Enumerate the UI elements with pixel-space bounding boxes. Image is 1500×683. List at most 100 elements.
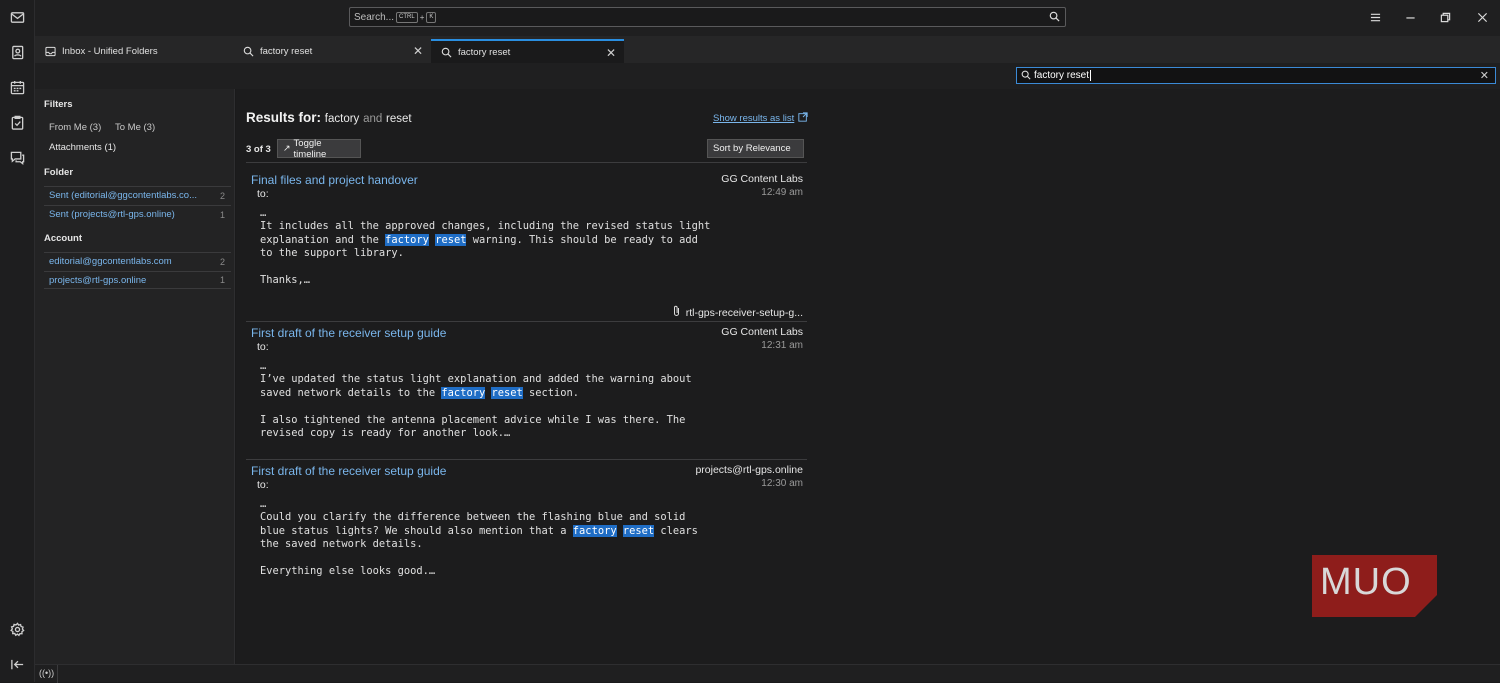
sort-label: Sort by Relevance: [713, 143, 791, 154]
tab-search-factory-reset[interactable]: factory reset ✕: [233, 39, 431, 63]
message-subject[interactable]: First draft of the receiver setup guide: [251, 464, 446, 478]
folder-count: 1: [219, 209, 225, 220]
folder-row[interactable]: Sent (editorial@ggcontentlabs.co... 2: [44, 186, 231, 204]
message-sender: projects@rtl-gps.online: [695, 464, 803, 476]
folder-count: 2: [219, 190, 225, 201]
quick-filter-bar: factory reset ✕: [35, 63, 1500, 89]
status-divider: [57, 665, 58, 683]
paperclip-icon: [672, 305, 681, 320]
address-book-icon[interactable]: [7, 42, 28, 63]
search-results-pane: Results for: factory and reset Show resu…: [236, 89, 1500, 664]
snippet-ellipsis: …: [260, 498, 267, 510]
attachment-item[interactable]: rtl-gps-receiver-setup-g...: [672, 305, 803, 320]
message-sender: GG Content Labs: [721, 173, 803, 185]
account-count: 2: [219, 256, 225, 267]
sort-by-relevance-button[interactable]: Sort by Relevance: [707, 139, 804, 158]
tab-inbox-unified-folders[interactable]: Inbox - Unified Folders: [35, 39, 233, 63]
minimize-icon[interactable]: [1402, 9, 1418, 25]
tasks-icon[interactable]: [7, 112, 28, 133]
filter-from-me[interactable]: From Me (3): [49, 122, 101, 133]
global-search-input[interactable]: Search... CTRL + K: [349, 7, 1066, 27]
folder-row[interactable]: Sent (projects@rtl-gps.online) 1: [44, 205, 231, 223]
result-message[interactable]: Final files and project handover GG Cont…: [246, 173, 807, 321]
highlight-term: reset: [435, 233, 467, 246]
snippet-line: to the support library.: [260, 247, 404, 260]
timeline-icon: ↗: [283, 143, 291, 153]
message-snippet: … It includes all the approved changes, …: [260, 207, 710, 287]
account-heading: Account: [44, 233, 82, 244]
message-sender: GG Content Labs: [721, 326, 803, 338]
snippet-line: blue status lights? We should also menti…: [260, 524, 573, 537]
message-recipient: to:: [257, 341, 269, 353]
filter-attachments[interactable]: Attachments (1): [49, 142, 116, 153]
tab-label: factory reset: [458, 46, 511, 58]
search-icon[interactable]: [1049, 11, 1060, 25]
account-label: projects@rtl-gps.online: [49, 274, 147, 286]
search-icon: [1021, 70, 1031, 83]
clear-search-icon[interactable]: ✕: [1480, 69, 1489, 82]
message-snippet: … I’ve updated the status light explanat…: [260, 360, 692, 440]
snippet-ellipsis: …: [260, 360, 267, 372]
divider: [246, 162, 807, 163]
snippet-line: Everything else looks good.…: [260, 565, 436, 578]
highlight-term: factory: [572, 524, 617, 537]
mail-icon[interactable]: [7, 7, 28, 28]
show-results-as-list-link[interactable]: Show results as list: [713, 112, 808, 125]
tab-search-factory-reset-active[interactable]: factory reset ✕: [431, 39, 624, 63]
message-snippet: … Could you clarify the difference betwe…: [260, 498, 698, 578]
search-term-and: and: [363, 113, 383, 125]
settings-gear-icon[interactable]: [7, 619, 28, 640]
snippet-line: Could you clarify the difference between…: [260, 511, 686, 524]
text-cursor: [1090, 70, 1092, 81]
close-tab-icon[interactable]: ✕: [606, 46, 616, 60]
snippet-line: It includes all the approved changes, in…: [260, 220, 711, 233]
tab-bar: Inbox - Unified Folders factory reset ✕ …: [35, 36, 1500, 63]
snippet-line: the saved network details.: [260, 538, 423, 551]
message-recipient: to:: [257, 479, 269, 491]
account-row[interactable]: editorial@ggcontentlabs.com 2: [44, 252, 231, 270]
result-message[interactable]: First draft of the receiver setup guide …: [246, 464, 807, 594]
shortcut-key-k: K: [426, 11, 437, 23]
calendar-icon[interactable]: [7, 77, 28, 98]
shortcut-plus: +: [419, 12, 425, 22]
message-date: 12:49 am: [761, 187, 803, 198]
quick-search-value: factory reset: [1034, 70, 1090, 81]
attachment-name: rtl-gps-receiver-setup-g...: [685, 306, 803, 319]
highlight-term: reset: [622, 524, 655, 537]
app-menu-icon[interactable]: [1367, 9, 1383, 25]
snippet-line: saved network details to the: [260, 386, 442, 399]
message-subject[interactable]: Final files and project handover: [251, 173, 418, 187]
title-bar: Search... CTRL + K: [35, 0, 1500, 36]
close-window-icon[interactable]: [1474, 9, 1490, 25]
restore-icon[interactable]: [1437, 9, 1453, 25]
result-message[interactable]: First draft of the receiver setup guide …: [246, 326, 807, 458]
logo-corner: [1415, 595, 1437, 617]
quick-search-input[interactable]: factory reset ✕: [1016, 67, 1496, 84]
message-date: 12:31 am: [761, 340, 803, 351]
snippet-line: explanation and the: [260, 233, 386, 246]
snippet-line: clears: [654, 524, 698, 537]
online-status-icon[interactable]: ((•)): [39, 668, 54, 678]
results-count: 3 of 3: [246, 144, 271, 155]
search-icon: [441, 47, 452, 58]
status-bar: ((•)): [35, 664, 1500, 683]
snippet-ellipsis: …: [260, 207, 267, 219]
message-subject[interactable]: First draft of the receiver setup guide: [251, 326, 446, 340]
toggle-timeline-label: Toggle timeline: [293, 137, 327, 160]
highlight-term: reset: [491, 386, 523, 399]
toggle-timeline-button[interactable]: ↗ Toggle timeline: [277, 137, 361, 160]
highlight-term: factory: [385, 233, 429, 246]
close-tab-icon[interactable]: ✕: [413, 44, 423, 58]
account-row[interactable]: projects@rtl-gps.online 1: [44, 271, 231, 289]
inbox-icon: [45, 46, 56, 57]
snippet-line: warning. This should be ready to add: [466, 233, 698, 246]
results-title: Results for: factory and reset: [246, 110, 412, 125]
snippet-line: revised copy is ready for another look.…: [260, 427, 511, 440]
folder-heading: Folder: [44, 167, 74, 178]
search-icon: [243, 46, 254, 57]
collapse-sidebar-icon[interactable]: [7, 654, 28, 675]
tab-label: factory reset: [260, 45, 313, 57]
chat-icon[interactable]: [7, 147, 28, 168]
shortcut-key-ctrl: CTRL: [396, 11, 418, 23]
filter-to-me[interactable]: To Me (3): [115, 122, 155, 133]
